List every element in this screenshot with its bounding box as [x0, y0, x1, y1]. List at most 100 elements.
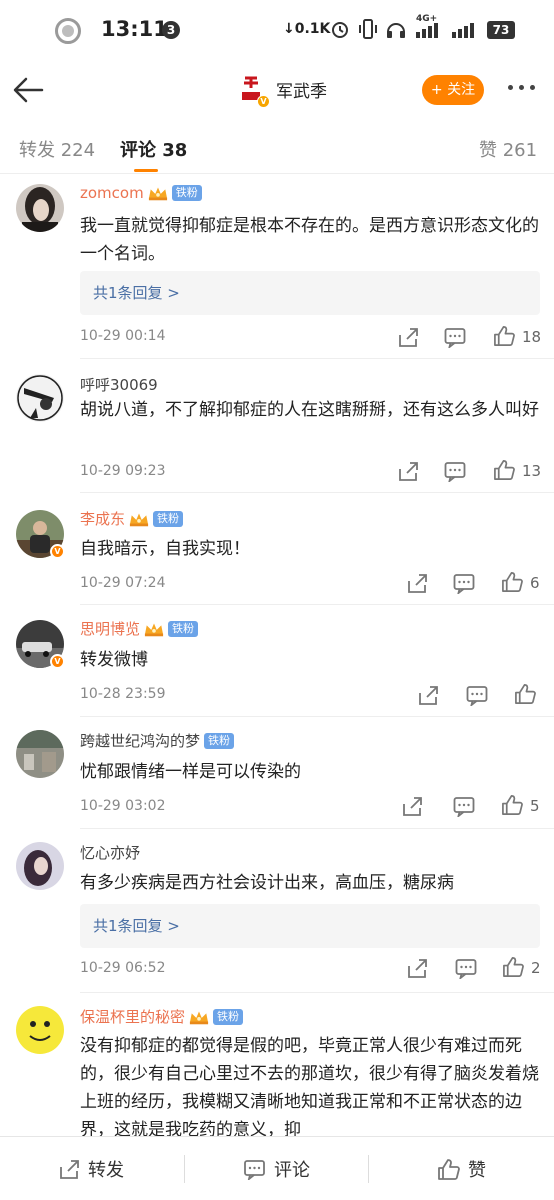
share-icon[interactable]: [400, 795, 424, 817]
like-count: 6: [530, 574, 540, 592]
share-icon: [60, 1160, 79, 1179]
comment-label: 评论: [274, 1160, 310, 1181]
repost-label: 转发: [88, 1160, 124, 1181]
share-icon[interactable]: [396, 326, 420, 348]
comment-text: 胡说八道，不了解抑郁症的人在这瞎掰掰，还有这么多人叫好: [80, 400, 539, 420]
fan-badge: 铁粉: [213, 1008, 244, 1025]
share-icon[interactable]: [405, 572, 429, 594]
comment-time: 10-29 00:14: [80, 328, 166, 344]
like-label: 赞: [468, 1160, 486, 1181]
divider: [80, 604, 554, 605]
like-icon[interactable]: [513, 683, 537, 705]
repost-button[interactable]: 转发: [58, 1137, 124, 1200]
like-count: 5: [530, 797, 540, 815]
back-arrow-icon[interactable]: [12, 74, 44, 106]
comment-time: 10-29 09:23: [80, 463, 166, 479]
comment-item: V 李成东 铁粉 自我暗示，自我实现！ 10-29 07:24 6: [0, 496, 554, 605]
fan-badge: 铁粉: [168, 620, 199, 637]
like-icon[interactable]: [492, 325, 516, 347]
avatar[interactable]: [16, 730, 64, 778]
vibrate-icon: [357, 16, 379, 42]
share-icon[interactable]: [416, 684, 440, 706]
comment-time: 10-29 03:02: [80, 798, 166, 814]
net-speed-value: 0.1K: [294, 21, 331, 37]
signal-label: 4G+: [416, 14, 438, 24]
fan-badge: 铁粉: [171, 185, 202, 201]
comment-text: 转发微博: [80, 650, 148, 670]
like-count: 13: [522, 462, 542, 480]
follow-button[interactable]: + 关注: [422, 75, 484, 105]
status-time: 13:11: [101, 17, 168, 41]
verified-icon: V: [257, 95, 270, 108]
verified-icon: V: [50, 654, 65, 669]
signal-icon: [449, 16, 479, 42]
divider: [80, 992, 554, 993]
like-icon[interactable]: [492, 459, 516, 481]
comment-icon[interactable]: [452, 795, 476, 817]
like-count: 18: [522, 328, 542, 346]
reply-link: 共1条回复 >: [93, 284, 180, 302]
comment-icon: [244, 1160, 265, 1180]
like-button[interactable]: 赞: [437, 1137, 486, 1200]
comment-item: 跨越世纪鸿沟的梦 铁粉 忧郁跟情绪一样是可以传染的 10-29 03:02 5: [0, 716, 554, 829]
avatar[interactable]: [16, 374, 64, 422]
comment-icon[interactable]: [452, 572, 476, 594]
reply-expander[interactable]: 共1条回复 >: [80, 904, 540, 948]
username[interactable]: 忆心亦妤: [80, 842, 140, 863]
username[interactable]: 李成东: [80, 508, 125, 529]
like-icon[interactable]: [500, 794, 524, 816]
username[interactable]: 呼呼30069: [80, 374, 158, 395]
avatar[interactable]: [16, 1006, 64, 1054]
comment-time: 10-29 06:52: [80, 960, 166, 976]
comment-author: 忆心亦妤: [80, 842, 140, 863]
crown-icon: [148, 187, 167, 201]
comment-icon[interactable]: [443, 326, 467, 348]
tab-likes[interactable]: 赞 261: [479, 136, 537, 162]
top-nav: V 军武季 + 关注: [0, 60, 554, 122]
crown-icon: [144, 623, 164, 636]
like-icon[interactable]: [501, 956, 525, 978]
fan-badge: 铁粉: [204, 732, 235, 749]
username[interactable]: zomcom: [80, 184, 144, 202]
like-icon[interactable]: [500, 571, 524, 593]
comment-author: 保温杯里的秘密 铁粉: [80, 1006, 244, 1027]
comment-text: 自我暗示，自我实现！: [80, 539, 250, 559]
fan-badge: 铁粉: [153, 510, 184, 527]
like-icon: [438, 1158, 460, 1180]
comment-icon[interactable]: [454, 957, 478, 979]
account-title[interactable]: V 军武季: [236, 74, 327, 108]
comment-item: V 思明博览 铁粉 转发微博 10-28 23:59: [0, 606, 554, 717]
tab-reposts[interactable]: 转发 224: [19, 136, 95, 162]
comment-author: 李成东 铁粉: [80, 508, 184, 529]
active-tab-indicator: [134, 169, 158, 172]
status-bar: 13:11 3 ↓0.1K 4G+ 73: [0, 0, 554, 60]
bottom-action-bar: 转发 评论 赞: [0, 1136, 554, 1200]
comment-text: 我一直就觉得抑郁症是根本不存在的。是西方意识形态文化的一个名词。: [80, 216, 539, 264]
comment-text: 有多少疾病是西方社会设计出来，高血压，糖尿病: [80, 873, 454, 893]
home-circle-icon: [55, 18, 81, 44]
account-logo: V: [236, 74, 270, 108]
avatar[interactable]: [16, 842, 64, 890]
username[interactable]: 思明博览: [80, 618, 140, 639]
comment-button[interactable]: 评论: [243, 1137, 310, 1200]
comment-item: 呼呼30069 胡说八道，不了解抑郁症的人在这瞎掰掰，还有这么多人叫好 10-2…: [0, 362, 554, 493]
alarm-icon: [329, 16, 351, 42]
reply-expander[interactable]: 共1条回复 >: [80, 271, 540, 315]
account-name: 军武季: [276, 81, 327, 102]
comment-icon[interactable]: [465, 684, 489, 706]
tab-bar: 转发 224 评论 38 赞 261: [0, 122, 554, 174]
divider: [184, 1155, 185, 1183]
avatar[interactable]: [16, 184, 64, 232]
username[interactable]: 跨越世纪鸿沟的梦: [80, 730, 200, 751]
status-icons: 4G+: [329, 14, 479, 42]
username[interactable]: 保温杯里的秘密: [80, 1006, 185, 1027]
share-icon[interactable]: [396, 460, 420, 482]
tab-comments[interactable]: 评论 38: [120, 136, 187, 162]
divider: [80, 492, 554, 493]
comment-icon[interactable]: [443, 460, 467, 482]
net-speed: ↓0.1K: [283, 21, 331, 37]
share-icon[interactable]: [405, 957, 429, 979]
comment-item: 忆心亦妤 有多少疾病是西方社会设计出来，高血压，糖尿病 共1条回复 > 10-2…: [0, 828, 554, 993]
more-options-icon[interactable]: [508, 85, 535, 90]
divider: [80, 358, 554, 359]
